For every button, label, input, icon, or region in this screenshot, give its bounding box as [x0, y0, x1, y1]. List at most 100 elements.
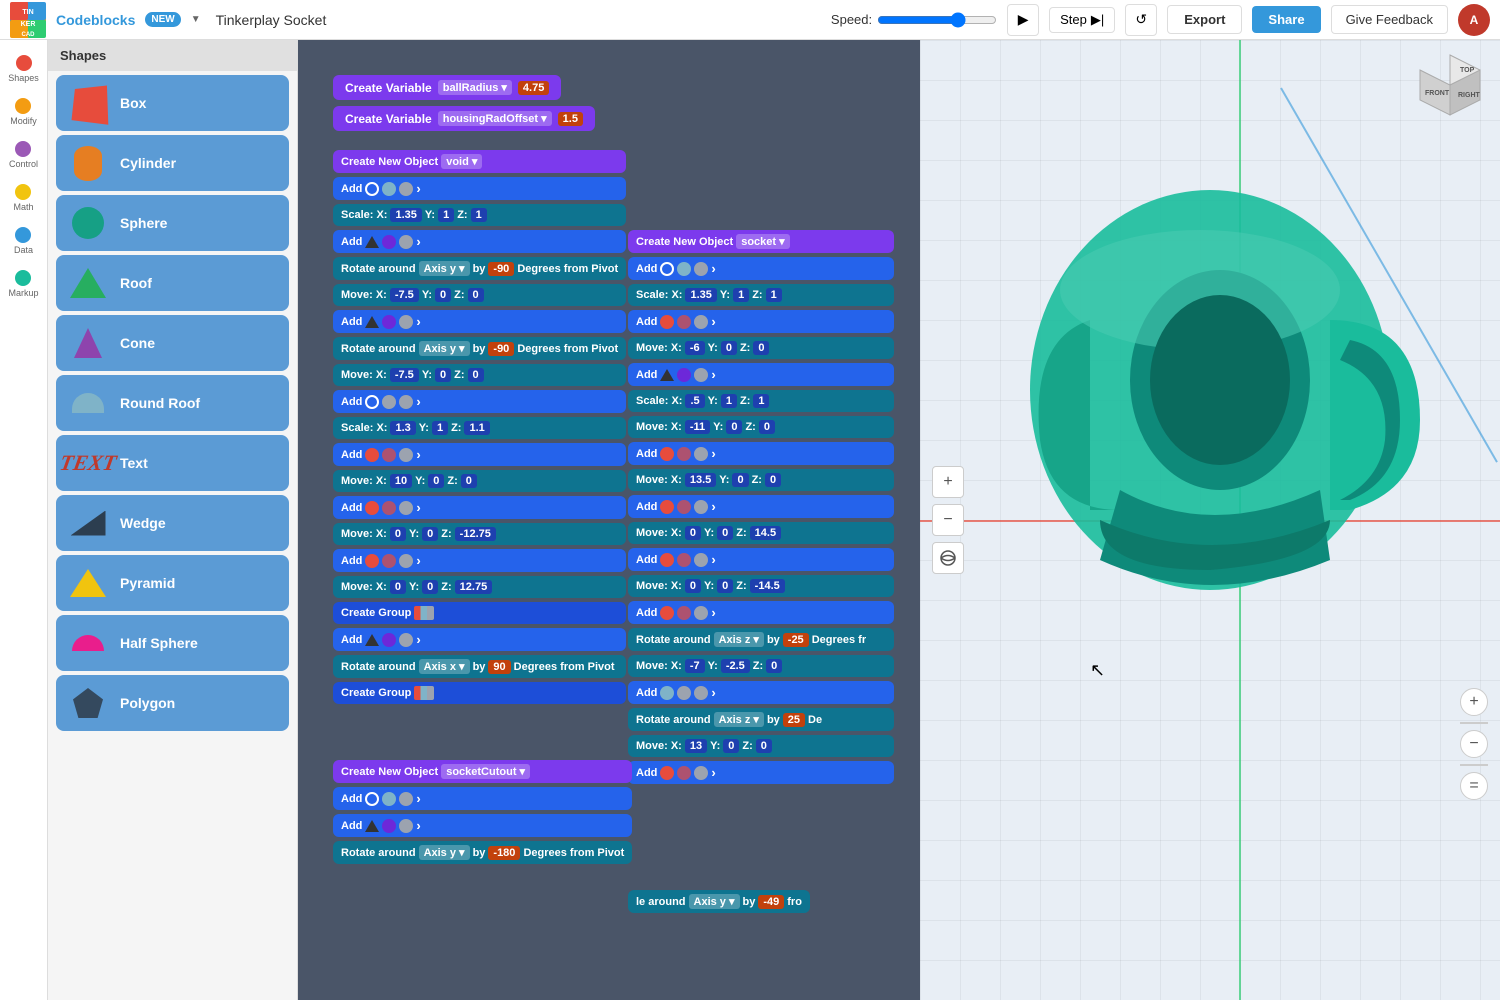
codeblocks-area[interactable]: Create Variable ballRadius ▾ 4.75 Create… [298, 40, 920, 1000]
move-s1[interactable]: Move: X: -6 Y: 0 Z: 0 [628, 337, 894, 359]
ss2-x[interactable]: .5 [685, 394, 704, 408]
mv2-x[interactable]: -7.5 [390, 368, 419, 382]
var2-value[interactable]: 1.5 [558, 112, 583, 126]
add-s8[interactable]: Add › [628, 681, 894, 704]
step-button[interactable]: Step ▶| [1049, 7, 1115, 33]
rotate-block-1[interactable]: Rotate around Axis y ▾ by -90 Degrees fr… [333, 257, 626, 280]
nav-cube[interactable]: TOP FRONT RIGHT [1410, 50, 1490, 130]
ms5-x[interactable]: 0 [685, 579, 701, 593]
sidebar-item-control[interactable]: Control [4, 136, 43, 174]
add-c1[interactable]: Add › [333, 787, 632, 810]
move-block-2[interactable]: Move: X: -7.5 Y: 0 Z: 0 [333, 364, 626, 386]
ms4-z[interactable]: 14.5 [750, 526, 781, 540]
mv3-z[interactable]: 0 [461, 474, 477, 488]
mv1-z[interactable]: 0 [468, 288, 484, 302]
add-block-7[interactable]: Add › [333, 549, 626, 572]
ms2-y[interactable]: 0 [726, 420, 742, 434]
move-s5[interactable]: Move: X: 0 Y: 0 Z: -14.5 [628, 575, 894, 597]
move-block-5[interactable]: Move: X: 0 Y: 0 Z: 12.75 [333, 576, 626, 598]
mv3-y[interactable]: 0 [428, 474, 444, 488]
scale-s1[interactable]: Scale: X: 1.35 Y: 1 Z: 1 [628, 284, 894, 306]
add-s2[interactable]: Add › [628, 310, 894, 333]
rotate-val-1[interactable]: -90 [488, 262, 514, 276]
shape-item-half-sphere[interactable]: Half Sphere [56, 615, 289, 671]
zoom-in-btn-right[interactable]: + [1460, 688, 1488, 716]
speed-slider[interactable] [877, 12, 997, 28]
user-avatar[interactable]: A [1458, 4, 1490, 36]
void-obj-name[interactable]: void ▾ [441, 154, 482, 169]
add-c2[interactable]: Add › [333, 814, 632, 837]
axis-2[interactable]: Axis y ▾ [419, 341, 470, 356]
mv1-y[interactable]: 0 [435, 288, 451, 302]
mv2-z[interactable]: 0 [468, 368, 484, 382]
rotate-s1[interactable]: Rotate around Axis z ▾ by -25 Degrees fr… [628, 628, 894, 651]
var1-value[interactable]: 4.75 [518, 81, 549, 95]
mv4-x[interactable]: 0 [390, 527, 406, 541]
add-block-4[interactable]: Add › [333, 390, 626, 413]
export-button[interactable]: Export [1167, 5, 1242, 34]
var2-name[interactable]: housingRadOffset ▾ [438, 111, 552, 126]
shape-item-text[interactable]: TEXT Text [56, 435, 289, 491]
shape-item-polygon[interactable]: Polygon [56, 675, 289, 731]
ms1-y[interactable]: 0 [721, 341, 737, 355]
codeblocks-nav-link[interactable]: Codeblocks [56, 12, 135, 28]
add-s6[interactable]: Add › [628, 548, 894, 571]
sidebar-item-modify[interactable]: Modify [5, 93, 42, 131]
rotate-end[interactable]: le around Axis y ▾ by -49 fro [628, 890, 810, 913]
shape-item-roof[interactable]: Roof [56, 255, 289, 311]
axis-1[interactable]: Axis y ▾ [419, 261, 470, 276]
create-obj-socket[interactable]: Create New Object socket ▾ [628, 230, 894, 253]
ms7-z[interactable]: 0 [756, 739, 772, 753]
move-s7[interactable]: Move: X: 13 Y: 0 Z: 0 [628, 735, 894, 757]
ms6-z[interactable]: 0 [766, 659, 782, 673]
sidebar-item-shapes[interactable]: Shapes [3, 50, 44, 88]
reset-button[interactable]: ↺ [1125, 4, 1157, 36]
ms6-y[interactable]: -2.5 [721, 659, 750, 673]
mv4-y[interactable]: 0 [422, 527, 438, 541]
ss2-y[interactable]: 1 [721, 394, 737, 408]
ms6-x[interactable]: -7 [685, 659, 705, 673]
zoom-in-button[interactable]: + [932, 466, 964, 498]
axis-end[interactable]: Axis y ▾ [689, 894, 740, 909]
ms1-z[interactable]: 0 [753, 341, 769, 355]
rotate-s2[interactable]: Rotate around Axis z ▾ by 25 Degrees fro [628, 708, 894, 731]
scale-s2[interactable]: Scale: X: .5 Y: 1 Z: 1 [628, 390, 894, 412]
cutout-obj-name[interactable]: socketCutout ▾ [441, 764, 530, 779]
rotate-sv2[interactable]: 25 [783, 713, 805, 727]
create-var-2-block[interactable]: Create Variable housingRadOffset ▾ 1.5 [333, 106, 595, 131]
feedback-button[interactable]: Give Feedback [1331, 5, 1448, 34]
ms5-y[interactable]: 0 [717, 579, 733, 593]
scale-z-1[interactable]: 1 [471, 208, 487, 222]
play-button[interactable]: ▶ [1007, 4, 1039, 36]
axis-3[interactable]: Axis x ▾ [419, 659, 470, 674]
ms3-x[interactable]: 13.5 [685, 473, 716, 487]
add-block-8[interactable]: Add › [333, 628, 626, 651]
add-block-5[interactable]: Add › [333, 443, 626, 466]
scale-block-2[interactable]: Scale: X: 1.3 Y: 1 Z: 1.1 [333, 417, 626, 439]
create-obj-cutout[interactable]: Create New Object socketCutout ▾ [333, 760, 632, 783]
create-obj-void[interactable]: Create New Object void ▾ [333, 150, 626, 173]
rotate-val-3[interactable]: 90 [488, 660, 510, 674]
ss1-x[interactable]: 1.35 [685, 288, 716, 302]
rotate-val-2[interactable]: -90 [488, 342, 514, 356]
socket-obj-name[interactable]: socket ▾ [736, 234, 789, 249]
shape-item-cylinder[interactable]: Cylinder [56, 135, 289, 191]
ms4-x[interactable]: 0 [685, 526, 701, 540]
zoom-out-button[interactable]: − [932, 504, 964, 536]
shape-item-round-roof[interactable]: Round Roof [56, 375, 289, 431]
shape-item-cone[interactable]: Cone [56, 315, 289, 371]
ms4-y[interactable]: 0 [717, 526, 733, 540]
mv1-x[interactable]: -7.5 [390, 288, 419, 302]
move-block-1[interactable]: Move: X: -7.5 Y: 0 Z: 0 [333, 284, 626, 306]
sc2-x[interactable]: 1.3 [390, 421, 415, 435]
move-s2[interactable]: Move: X: -11 Y: 0 Z: 0 [628, 416, 894, 438]
create-var-1-block[interactable]: Create Variable ballRadius ▾ 4.75 [333, 75, 561, 100]
rotate-c1[interactable]: Rotate around Axis y ▾ by -180 Degrees f… [333, 841, 632, 864]
rotate-block-2[interactable]: Rotate around Axis y ▾ by -90 Degrees fr… [333, 337, 626, 360]
shape-item-box[interactable]: Box [56, 75, 289, 131]
move-block-3[interactable]: Move: X: 10 Y: 0 Z: 0 [333, 470, 626, 492]
var1-name[interactable]: ballRadius ▾ [438, 80, 512, 95]
ms2-x[interactable]: -11 [685, 420, 710, 434]
rotate-cv1[interactable]: -180 [488, 846, 520, 860]
ss1-z[interactable]: 1 [766, 288, 782, 302]
